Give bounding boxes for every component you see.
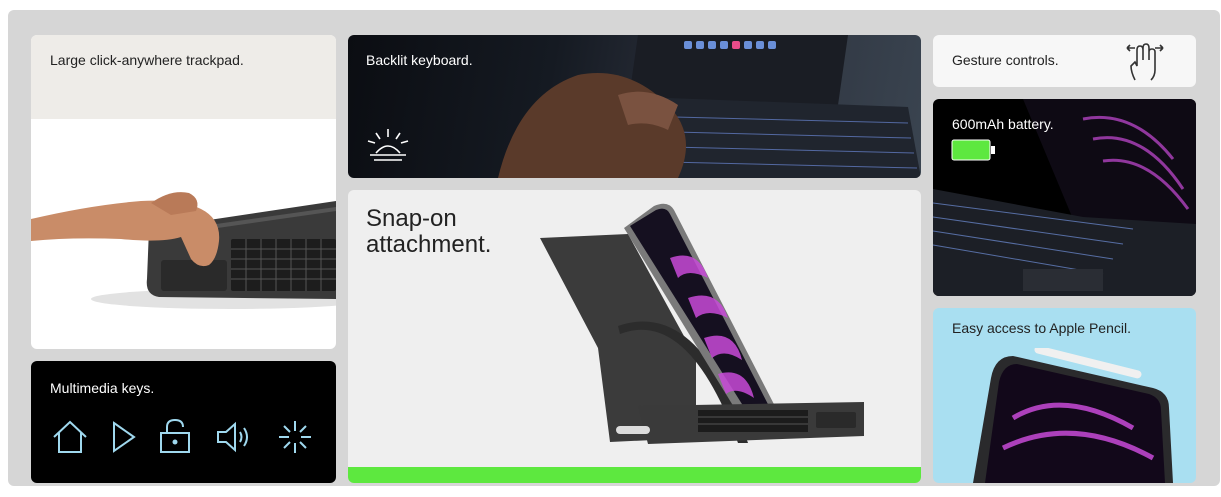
tablet-pencil-image (973, 348, 1173, 483)
light-icon (367, 129, 409, 161)
tablet-snap-on-image (540, 203, 864, 444)
snap-on-card: Snap-on attachment. (348, 190, 921, 483)
backlit-keyboard-card: Backlit keyboard. (348, 35, 921, 178)
gesture-card: Gesture controls. (933, 35, 1196, 87)
brightness-icon (279, 421, 311, 453)
gesture-hand-icon (1126, 43, 1164, 81)
battery-card: 600mAh battery. (933, 99, 1196, 296)
pencil-card: Easy access to Apple Pencil. (933, 308, 1196, 483)
keyboard-trackpad-image (31, 192, 336, 309)
home-icon (53, 420, 87, 453)
battery-label: 600mAh battery. (952, 116, 1054, 132)
multimedia-label: Multimedia keys. (50, 380, 155, 396)
gesture-label: Gesture controls. (952, 52, 1059, 68)
volume-icon (217, 421, 248, 453)
play-icon (113, 421, 136, 453)
trackpad-card-header (31, 35, 336, 119)
multimedia-card: Multimedia keys. (31, 361, 336, 483)
pencil-label: Easy access to Apple Pencil. (952, 320, 1131, 336)
backlit-label: Backlit keyboard. (366, 52, 473, 68)
trackpad-label: Large click-anywhere trackpad. (50, 52, 244, 68)
accent-bar (348, 467, 921, 483)
lock-icon (160, 418, 190, 453)
battery-icon (951, 139, 995, 161)
trackpad-card: Large click-anywhere trackpad. (31, 35, 336, 349)
